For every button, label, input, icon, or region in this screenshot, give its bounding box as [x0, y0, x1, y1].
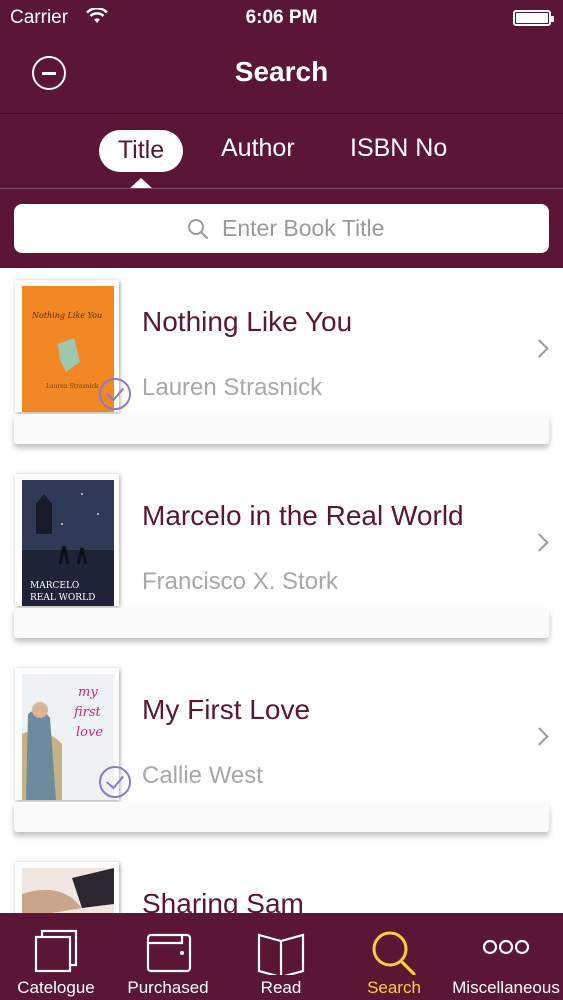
purchased-check-icon	[99, 766, 131, 798]
book-cover: my first love	[15, 668, 131, 800]
cover-text: love	[76, 725, 103, 740]
purchased-check-icon	[99, 378, 131, 410]
shelf	[14, 802, 549, 832]
book-cover: Nothing Like You Lauren Strasnick	[15, 280, 131, 412]
shelf	[14, 608, 549, 638]
search-icon	[186, 217, 210, 245]
nav-bar: Search	[0, 38, 563, 114]
more-icon	[450, 921, 562, 975]
tab-catalogue[interactable]: Catelogue	[0, 913, 112, 1000]
tab-miscellaneous[interactable]: Miscellaneous	[450, 913, 562, 1000]
segment-title[interactable]: Title	[99, 130, 183, 172]
chevron-right-icon	[530, 533, 549, 552]
book-title: Marcelo in the Real World	[142, 500, 464, 531]
book-author: Callie West	[142, 762, 263, 789]
book-row[interactable]: MARCELO REAL WORLD Marcelo in the Real W…	[0, 462, 563, 656]
segment-author[interactable]: Author	[221, 134, 295, 163]
divider	[0, 188, 563, 189]
book-row[interactable]: Nothing Like You Lauren Strasnick Nothin…	[0, 268, 563, 462]
tab-label: Miscellaneous	[452, 978, 560, 997]
header: Carrier 6:06 PM Search Title Author ISBN…	[0, 0, 563, 268]
book-title: My First Love	[142, 694, 311, 725]
book-cover: MARCELO REAL WORLD	[15, 474, 119, 606]
book-title: Nothing Like You	[142, 306, 353, 337]
svg-text:Lauren Strasnick: Lauren Strasnick	[46, 383, 99, 390]
wallet-icon	[112, 921, 224, 975]
search-icon	[338, 921, 450, 976]
cover-text: first	[73, 705, 102, 720]
clock: 6:06 PM	[245, 7, 318, 28]
book-title: Sharing Sam	[142, 888, 304, 913]
segment-isbn[interactable]: ISBN No	[350, 134, 447, 163]
search-type-segmented-control: Title Author ISBN No	[0, 114, 563, 188]
tab-purchased[interactable]: Purchased	[112, 913, 224, 1000]
cover-text: REAL WORLD	[30, 593, 95, 603]
book-cover-image: MARCELO REAL WORLD	[22, 480, 114, 606]
book-row[interactable]: Sharing Sam	[0, 850, 563, 913]
page-title: Search	[234, 56, 329, 87]
book-author: Francisco X. Stork	[142, 568, 339, 595]
book-author: Lauren Strasnick	[142, 374, 323, 401]
shelf	[14, 414, 549, 444]
cover-text: MARCELO	[30, 581, 79, 591]
chevron-right-icon	[530, 727, 549, 746]
status-bar: Carrier 6:06 PM	[0, 0, 563, 38]
tab-search[interactable]: Search	[338, 913, 450, 1000]
catalogue-icon	[0, 921, 112, 975]
book-cover	[15, 862, 119, 913]
book-list: Nothing Like You Lauren Strasnick Nothin…	[0, 268, 563, 913]
book-cover-image	[22, 868, 114, 913]
cover-text: my	[78, 685, 98, 700]
open-book-icon	[225, 921, 337, 979]
battery-icon	[513, 10, 554, 26]
search-input[interactable]	[222, 204, 542, 253]
search-bar[interactable]	[14, 204, 549, 253]
cover-text: Nothing Like You	[31, 311, 102, 320]
tab-bar: Catelogue Purchased Read Search Miscella…	[0, 913, 563, 1000]
chevron-right-icon	[530, 339, 549, 358]
tab-read[interactable]: Read	[225, 913, 337, 1000]
book-row[interactable]: my first love My First Love Callie West	[0, 656, 563, 850]
